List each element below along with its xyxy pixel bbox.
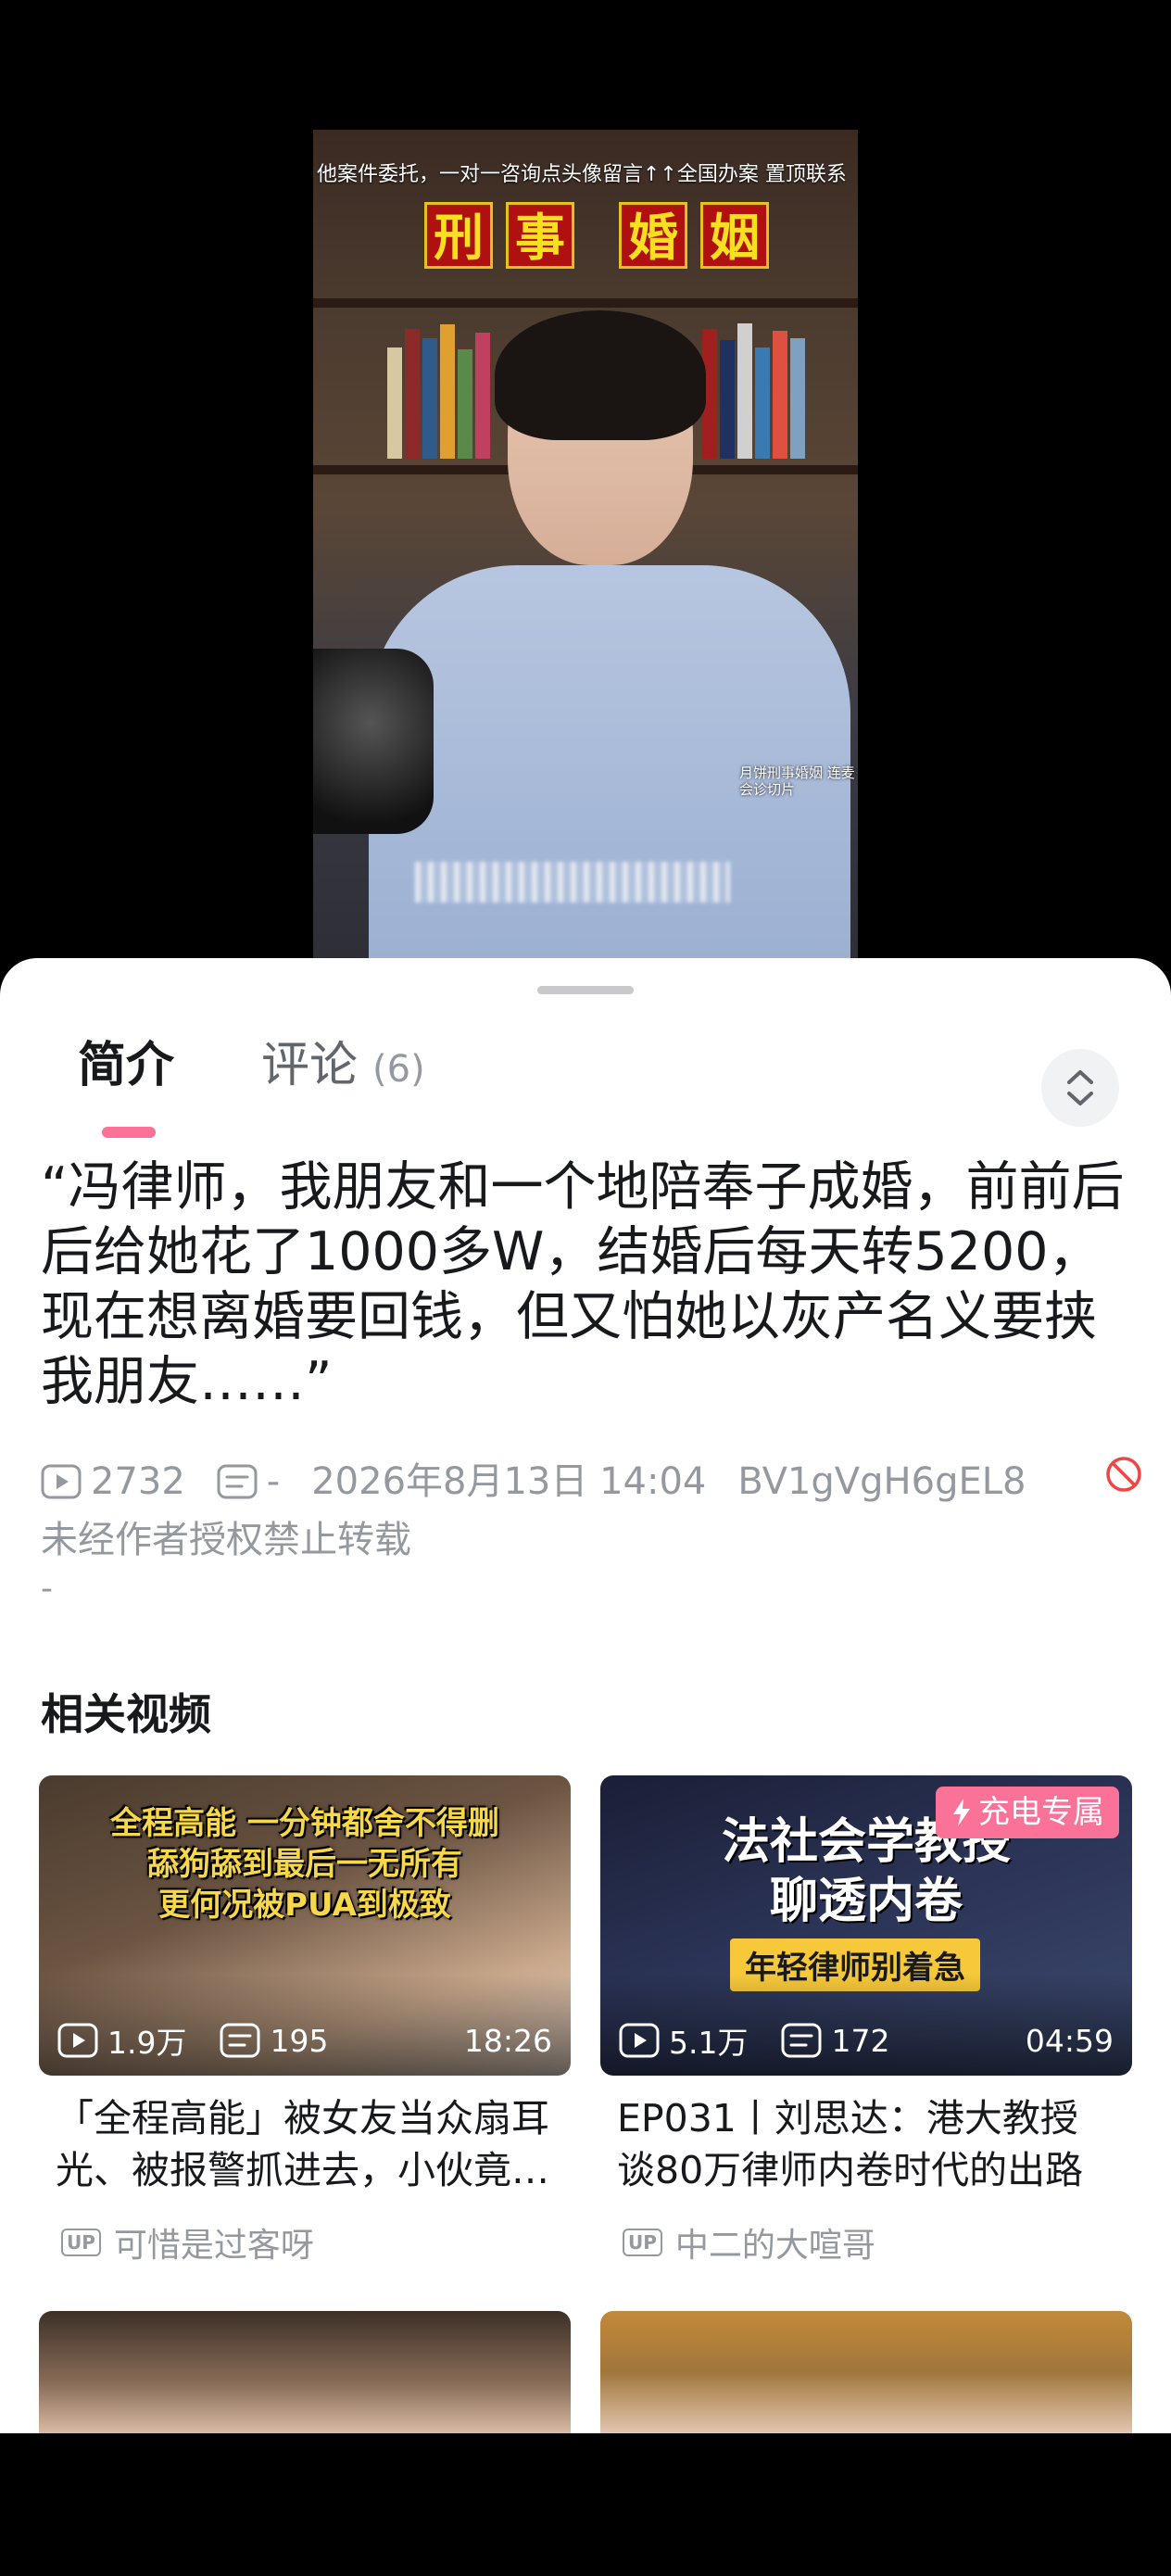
thumbnail-stats: 1.9万 195 18:26 <box>57 2018 552 2063</box>
view-count: 2732 <box>41 1456 185 1508</box>
up-badge: UP <box>623 2229 662 2256</box>
microphone <box>313 649 434 834</box>
video-description: - <box>41 1570 53 1608</box>
related-video-card[interactable]: 法社会学教授 聊透内卷 年轻律师别着急 充电专属 5.1万 172 04:59 … <box>600 1775 1132 2267</box>
video-title: “冯律师，我朋友和一个地陪奉子成婚，前前后后给她花了1000多W，结婚后每天转5… <box>41 1156 1125 1412</box>
related-video-card-partial[interactable] <box>600 2311 1132 2433</box>
uploader-name: 中二的大喧哥 <box>674 2227 875 2265</box>
card-title[interactable]: 「全程高能」被女友当众扇耳光、被报警抓进去，小伙竟然还要维护她 <box>39 2092 571 2196</box>
play-count-icon <box>619 2023 660 2058</box>
publish-datetime: 2026年8月13日 14:04 <box>311 1459 707 1503</box>
card-uploader[interactable]: UP 可惜是过客呀 <box>39 2218 571 2267</box>
no-repost-icon <box>1104 1455 1143 1508</box>
thumbnail-caption: 全程高能 一分钟都舍不得删 舔狗舔到最后一无所有 更何况被PUA到极致 <box>39 1803 571 1926</box>
repost-notice: 未经作者授权禁止转载 <box>41 1519 411 1561</box>
thumbnail-caption-line: 更何况被PUA到极致 <box>158 1887 451 1924</box>
books <box>702 320 805 459</box>
danmaku-icon <box>781 2023 822 2058</box>
books <box>387 320 490 459</box>
office-sign: 婚 姻 <box>619 202 769 276</box>
danmaku-icon <box>220 2023 260 2058</box>
card-danmaku-value: 172 <box>831 2022 890 2059</box>
sign-char: 刑 <box>424 202 493 269</box>
video-thumbnail[interactable]: 法社会学教授 聊透内卷 年轻律师别着急 充电专属 5.1万 172 04:59 <box>600 1775 1132 2076</box>
tab-comments-label: 评论 <box>261 1038 359 1093</box>
badge-label: 充电专属 <box>978 1794 1104 1831</box>
card-views: 5.1万 <box>619 2018 748 2063</box>
card-uploader[interactable]: UP 中二的大喧哥 <box>600 2218 1132 2267</box>
video-detail-sheet: 简介 评论 (6) “冯律师，我朋友和一个地陪奉子成婚，前前后后给她花了1000多… <box>0 958 1171 2433</box>
video-meta-row: 2732 - 2026年8月13日 14:04 BV1gVgH6gEL8 <box>41 1455 1143 1508</box>
video-watermark: 月饼刑事婚姻 连麦会诊切片 <box>739 764 855 798</box>
card-danmaku: 172 <box>781 2023 889 2059</box>
sign-char: 姻 <box>700 202 769 269</box>
active-tab-indicator <box>102 1127 156 1138</box>
thumbnail-caption-line: 全程高能 一分钟都舍不得删 <box>110 1805 499 1842</box>
card-views-value: 5.1万 <box>669 2025 749 2061</box>
sheet-drag-handle[interactable] <box>537 986 634 994</box>
thumbnail-caption-line: 聊透内卷 <box>769 1874 963 1929</box>
video-thumbnail[interactable]: 全程高能 一分钟都舍不得删 舔狗舔到最后一无所有 更何况被PUA到极致 1.9万 <box>39 1775 571 2076</box>
danmaku-icon <box>217 1464 258 1498</box>
lightning-icon <box>953 1799 970 1826</box>
office-sign: 刑 事 <box>424 202 574 276</box>
related-video-card-partial[interactable] <box>39 2311 571 2433</box>
sign-char: 事 <box>506 202 574 269</box>
presenter-hair <box>495 310 706 440</box>
bookshelf-plank <box>313 298 858 308</box>
tab-comments-count: (6) <box>372 1048 425 1091</box>
system-navigation-bar <box>0 2433 1171 2576</box>
blurred-subtitle <box>415 862 730 903</box>
detail-tabs: 简介 评论 (6) <box>0 1012 1171 1138</box>
video-ticker-text: 他案件委托，一对一咨询点头像留言↑↑全国办案 置顶联系 <box>317 163 847 186</box>
card-danmaku: 195 <box>220 2023 328 2059</box>
chevron-up-down-icon <box>1067 1070 1093 1105</box>
danmaku-count: - <box>217 1456 280 1508</box>
play-count-icon <box>57 2023 98 2058</box>
card-title[interactable]: EP031丨刘思达：港大教授谈80万律师内卷时代的出路 <box>600 2092 1132 2196</box>
expand-collapse-button[interactable] <box>1041 1049 1119 1127</box>
card-duration: 18:26 <box>463 2022 552 2059</box>
video-frame[interactable]: 他案件委托，一对一咨询点头像留言↑↑全国办案 置顶联系 刑 事 婚 姻 月饼刑事… <box>313 130 858 959</box>
play-count-icon <box>41 1464 82 1498</box>
card-views-value: 1.9万 <box>107 2025 187 2061</box>
thumbnail-caption-line: 舔狗舔到最后一无所有 <box>147 1846 462 1883</box>
card-duration: 04:59 <box>1025 2022 1114 2059</box>
tab-intro-label: 简介 <box>78 1038 175 1093</box>
related-video-card[interactable]: 全程高能 一分钟都舍不得删 舔狗舔到最后一无所有 更何况被PUA到极致 1.9万 <box>39 1775 571 2267</box>
card-views: 1.9万 <box>57 2018 186 2063</box>
view-count-value: 2732 <box>91 1459 185 1503</box>
tab-comments[interactable]: 评论 (6) <box>261 1036 425 1099</box>
thumbnail-stats: 5.1万 172 04:59 <box>619 2018 1114 2063</box>
video-player[interactable]: 他案件委托，一对一咨询点头像留言↑↑全国办案 置顶联系 刑 事 婚 姻 月饼刑事… <box>0 0 1171 964</box>
danmaku-count-value: - <box>266 1459 281 1503</box>
related-videos-heading: 相关视频 <box>41 1689 211 1739</box>
card-danmaku-value: 195 <box>270 2022 329 2059</box>
charge-exclusive-badge: 充电专属 <box>936 1787 1119 1838</box>
uploader-name: 可惜是过客呀 <box>113 2227 314 2265</box>
bvid[interactable]: BV1gVgH6gEL8 <box>737 1456 1026 1508</box>
up-badge: UP <box>61 2229 101 2256</box>
tab-intro[interactable]: 简介 <box>78 1036 174 1095</box>
sign-char: 婚 <box>619 202 687 269</box>
